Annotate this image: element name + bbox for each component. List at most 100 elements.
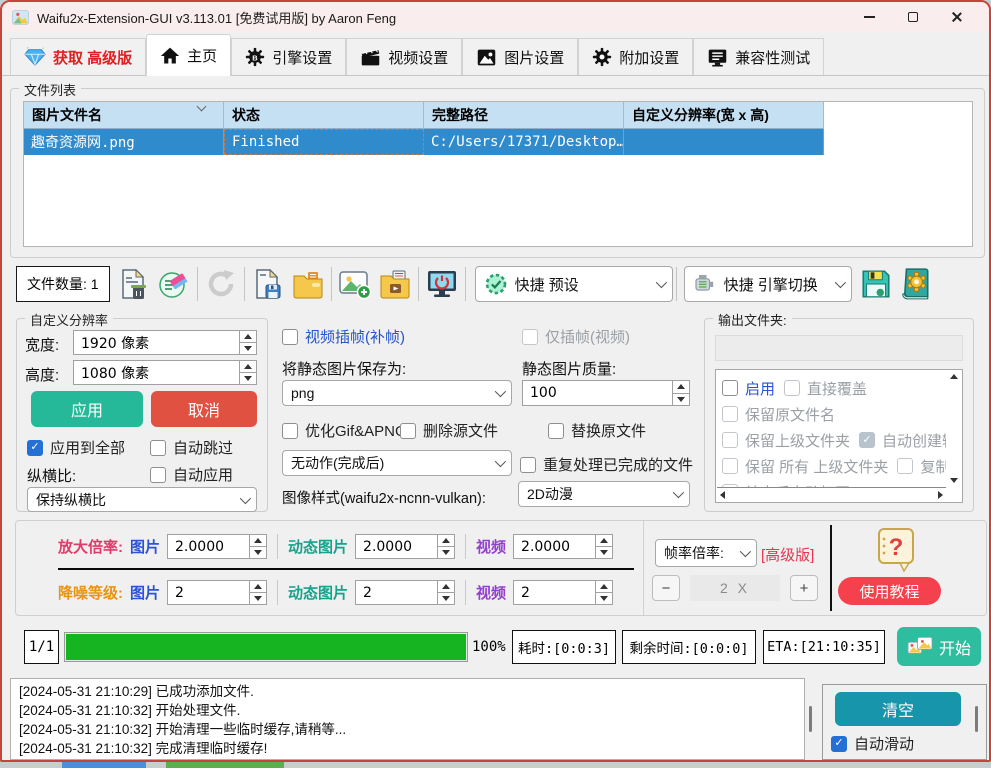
log-area[interactable]: [2024-05-31 21:10:29] 已成功添加文件. [2024-05-… [10,678,805,760]
table-row[interactable]: 趣奇资源网.png Finished C:/Users/17371/Deskto… [24,129,824,155]
tab-get-premium[interactable]: 获取 高级版 [10,38,146,75]
framerate-multiplier-dropdown[interactable]: 帧率倍率: [655,539,757,567]
image-settings-panel: 视频插帧(补帧) 仅插帧(视频) 将静态图片保存为: 静态图片质量: png 1… [274,318,698,512]
denoise-gif-spinner[interactable]: 2 [355,580,455,605]
save-settings-button[interactable] [856,264,896,304]
auto-create-output-checkbox[interactable]: ✓ 自动创建输 [859,430,957,451]
apply-all-checkbox[interactable]: ✓ 应用到全部 [27,437,125,458]
height-spinner[interactable]: 1080 像素 [73,360,257,385]
scale-video-spinner[interactable]: 2.0000 [513,534,613,559]
keep-filename-checkbox[interactable]: 保留原文件名 [722,404,835,425]
auto-apply-checkbox[interactable]: 自动应用 [150,464,233,485]
spinner-arrows[interactable] [249,581,266,604]
refresh-button[interactable] [201,264,241,304]
tab-engine-settings[interactable]: B 引擎设置 [231,38,346,75]
cell-filename[interactable]: 趣奇资源网.png [24,129,224,155]
cancel-button[interactable]: 取消 [151,391,257,427]
settings-book-button[interactable] [896,264,936,304]
image-style-dropdown[interactable]: 2D动漫 [518,481,690,507]
keep-all-parents-checkbox[interactable]: 保留 所有 上级文件夹 [722,456,888,477]
tutorial-button[interactable]: 使用教程 [838,577,941,605]
copy-checkbox[interactable]: 复制 [897,456,950,477]
checkbox-icon [722,458,738,474]
aspect-ratio-dropdown[interactable]: 保持纵横比 [27,487,257,512]
spinner-arrows[interactable] [595,535,612,558]
column-header-status[interactable]: 状态 [224,102,424,129]
minimize-button[interactable] [847,2,891,32]
spinner-arrows[interactable] [249,535,266,558]
column-header-filename[interactable]: 图片文件名 [24,102,224,129]
scale-image-spinner[interactable]: 2.0000 [167,534,267,559]
tab-compatibility-test[interactable]: 兼容性测试 [693,38,824,75]
remove-file-button[interactable] [114,264,154,304]
preset-dropdown[interactable]: 快捷 预设 [475,266,673,302]
maximize-button[interactable] [891,2,935,32]
overwrite-checkbox[interactable]: 直接覆盖 [784,378,867,399]
spinner-arrows[interactable] [595,581,612,604]
splitter-handle[interactable] [809,706,812,732]
splitter-handle[interactable] [975,706,978,732]
clear-log-button[interactable]: 清空 [835,692,961,726]
save-format-dropdown[interactable]: png [282,380,512,406]
denoise-image-spinner[interactable]: 2 [167,580,267,605]
output-path-field[interactable] [715,335,963,361]
checkbox-icon [282,423,298,439]
post-action-dropdown[interactable]: 无动作(完成后) [282,450,512,476]
auto-skip-checkbox[interactable]: 自动跳过 [150,437,233,458]
scale-gif-spinner[interactable]: 2.0000 [355,534,455,559]
scroll-right-icon[interactable] [938,491,943,499]
delete-source-checkbox[interactable]: 删除源文件 [400,420,498,441]
width-spinner[interactable]: 1920 像素 [73,330,257,355]
scroll-down-icon[interactable] [950,478,958,483]
vfi-only-checkbox[interactable]: 仅插帧(视频) [522,326,630,347]
spinner-arrows[interactable] [672,381,689,405]
chevron-down-icon [495,386,506,397]
cell-resolution[interactable] [624,129,824,155]
vertical-scrollbar[interactable] [946,371,961,486]
horizontal-scrollbar[interactable] [717,487,946,501]
tab-additional-settings[interactable]: 附加设置 [578,38,693,75]
clear-list-button[interactable] [154,264,194,304]
optimize-gif-checkbox[interactable]: 优化Gif&APNG [282,420,407,441]
scroll-left-icon[interactable] [720,491,725,499]
spinner-arrows[interactable] [437,535,454,558]
file-table[interactable]: 图片文件名 状态 完整路径 自定义分辨率(宽 x 高) 趣奇资源网.png Fi… [23,101,973,247]
close-button[interactable] [935,2,979,32]
toolbar-separator [676,267,677,301]
file-table-header: 图片文件名 状态 完整路径 自定义分辨率(宽 x 高) [24,102,972,129]
spinner-arrows[interactable] [239,331,256,354]
reprocess-finished-checkbox[interactable]: 重复处理已完成的文件 [520,454,693,475]
add-image-button[interactable] [335,264,375,304]
framerate-plus-button[interactable]: + [790,575,818,601]
replace-original-checkbox[interactable]: 替换原文件 [548,420,646,441]
quality-spinner[interactable]: 100 [522,380,690,406]
keep-parent-folder-checkbox[interactable]: 保留上级文件夹 [722,430,850,451]
scroll-up-icon[interactable] [950,374,958,379]
engine-switch-dropdown[interactable]: 快捷 引擎切换 [684,266,852,302]
autoscroll-checkbox[interactable]: ✓ 自动滑动 [831,733,914,754]
monitor-power-icon [426,268,458,300]
apply-button[interactable]: 应用 [31,391,143,427]
denoise-video-spinner[interactable]: 2 [513,580,613,605]
tab-home[interactable]: 主页 [146,34,231,76]
video-frame-interpolation-checkbox[interactable]: 视频插帧(补帧) [282,326,405,347]
output-options-list[interactable]: 启用 直接覆盖 保留原文件名 保留上级文件夹 [715,369,963,503]
load-file-list-button[interactable] [288,264,328,304]
enable-output-folder-checkbox[interactable]: 启用 [722,378,775,399]
tab-video-settings[interactable]: 视频设置 [346,38,462,75]
add-video-folder-button[interactable] [375,264,415,304]
taskbar-sliver [0,762,991,768]
save-file-list-button[interactable] [248,264,288,304]
spinner-arrows[interactable] [239,361,256,384]
start-button[interactable]: 开始 [897,627,981,666]
cell-status[interactable]: Finished [224,129,424,155]
cell-path[interactable]: C:/Users/17371/Desktop… [424,129,624,155]
output-option-row: 保留上级文件夹 ✓ 自动创建输 [716,427,962,453]
framerate-minus-button[interactable]: − [652,575,680,601]
shutdown-monitor-button[interactable] [422,264,462,304]
column-header-path[interactable]: 完整路径 [424,102,624,129]
column-header-resolution[interactable]: 自定义分辨率(宽 x 高) [624,102,824,129]
spinner-arrows[interactable] [437,581,454,604]
tab-bar: 获取 高级版 主页 B 引擎设置 [2,34,989,76]
tab-image-settings[interactable]: 图片设置 [462,38,578,75]
